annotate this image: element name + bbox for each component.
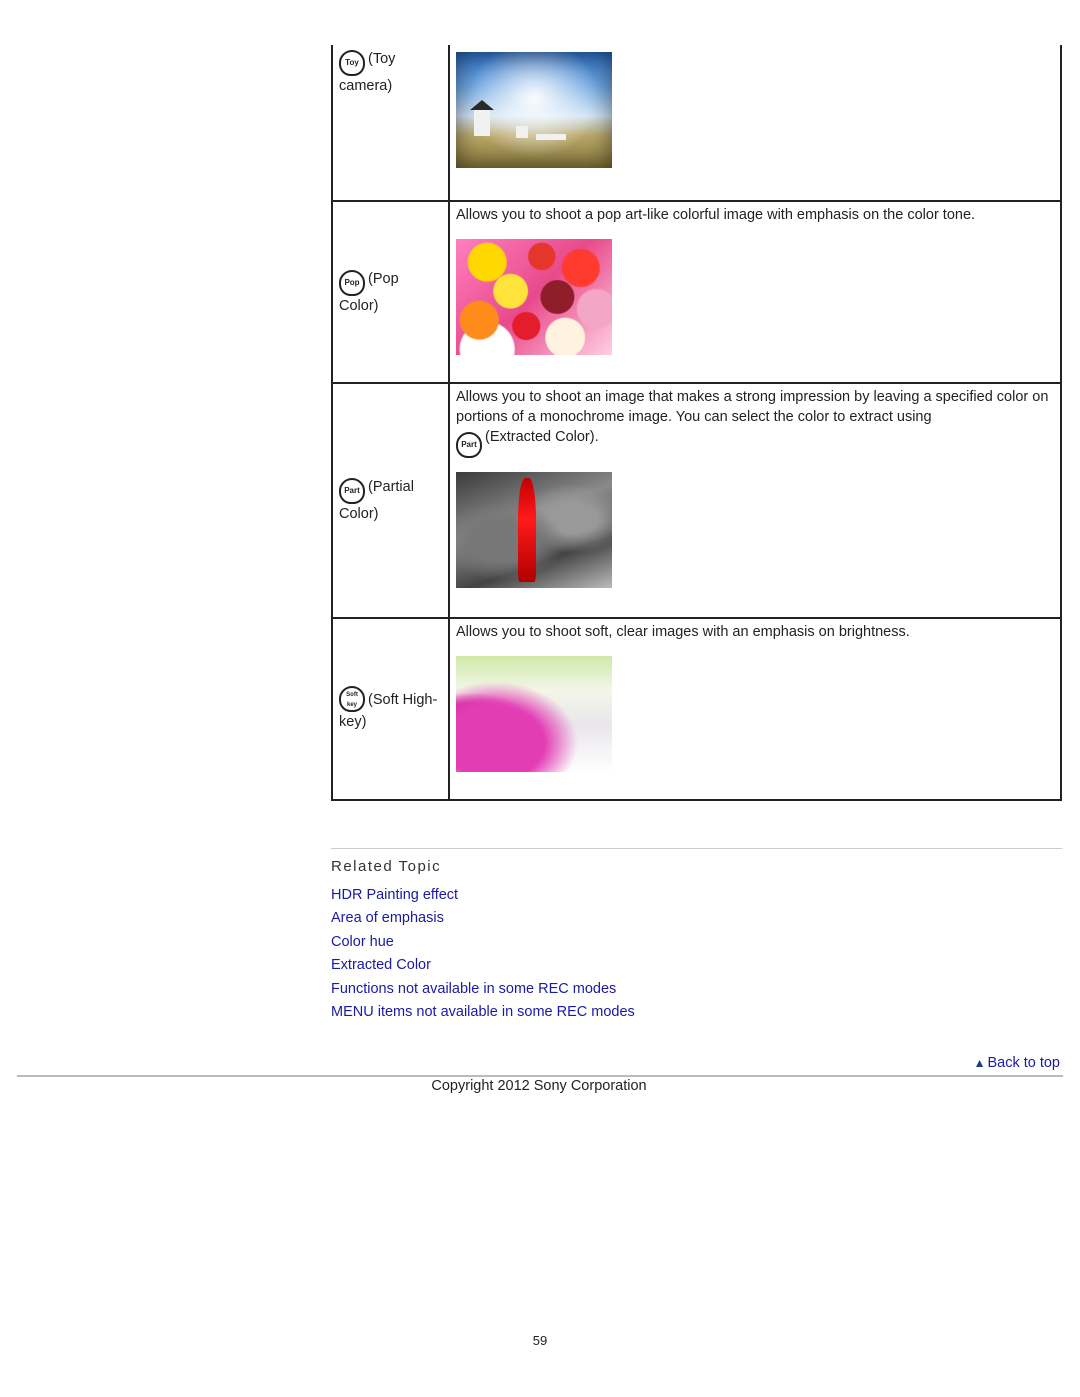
effect-name-cell: Part (Partial Color) [331,383,450,619]
windmill-roof [470,100,494,110]
page-number: 59 [532,1333,548,1348]
related-topic-heading: Related Topic [331,858,442,875]
building-shape [536,134,566,140]
related-link-hdr-painting[interactable]: HDR Painting effect [331,884,635,907]
related-link-color-hue[interactable]: Color hue [331,931,635,954]
back-to-top-label: Back to top [987,1055,1060,1071]
footer-divider [17,1075,1063,1077]
effect-row-toy-camera: Toy (Toy camera) [331,45,1062,202]
related-link-area-of-emphasis[interactable]: Area of emphasis [331,907,635,930]
soft-high-key-icon: Soft key [339,686,365,712]
effect-row-pop-color: Pop (Pop Color) Allows you to shoot a pop… [331,201,1062,384]
pop-color-sample-image [456,239,612,355]
effect-desc-cell: Allows you to shoot a pop art-like color… [449,201,1062,384]
effect-row-partial-color: Part (Partial Color) Allows you to shoot … [331,383,1062,619]
toy-camera-sample-image [456,52,612,168]
copyright: Copyright 2012 Sony Corporation [431,1078,647,1094]
toy-camera-icon: Toy [339,50,365,76]
related-topics: Related Topic HDR Painting effect Area o… [331,857,635,1024]
effect-description-wrap: Allows you to shoot an image that makes … [456,387,1054,458]
effect-name-cell: Pop (Pop Color) [331,201,450,384]
related-link-functions-not-available[interactable]: Functions not available in some REC mode… [331,978,635,1001]
extracted-color-ref: (Extracted Color). [485,429,599,445]
effect-desc-cell: Allows you to shoot an image that makes … [449,383,1062,619]
effect-desc-cell: Allows you to shoot soft, clear images w… [449,618,1062,801]
effect-name-cell: Soft key (Soft High-key) [331,618,450,801]
partial-color-icon: Part [339,478,365,504]
effect-description: Allows you to shoot an image that makes … [456,389,1049,425]
triangle-up-icon: ▲ [973,1056,986,1070]
effect-row-soft-high-key: Soft key (Soft High-key) Allows you to sh… [331,618,1062,801]
windmill-shape [474,110,490,136]
related-link-menu-items-not-available[interactable]: MENU items not available in some REC mod… [331,1001,635,1024]
related-link-extracted-color[interactable]: Extracted Color [331,954,635,977]
effect-description: Allows you to shoot soft, clear images w… [456,624,910,640]
soft-high-key-sample-image [456,656,612,772]
windmill-shape [516,126,528,138]
partial-color-sample-image [456,472,612,588]
back-to-top-link[interactable]: ▲ Back to top [974,1055,1060,1071]
effect-name-cell: Toy (Toy camera) [331,45,450,202]
effect-desc-cell [449,45,1062,202]
effect-description: Allows you to shoot a pop art-like color… [456,207,976,223]
extracted-color-icon: Part [456,432,482,458]
pop-color-icon: Pop [339,269,365,296]
red-flower-shape [518,478,536,582]
picture-effects-table: Toy (Toy camera) Pop (Pop Color) Allows yo… [331,45,1062,801]
related-divider [331,848,1062,849]
